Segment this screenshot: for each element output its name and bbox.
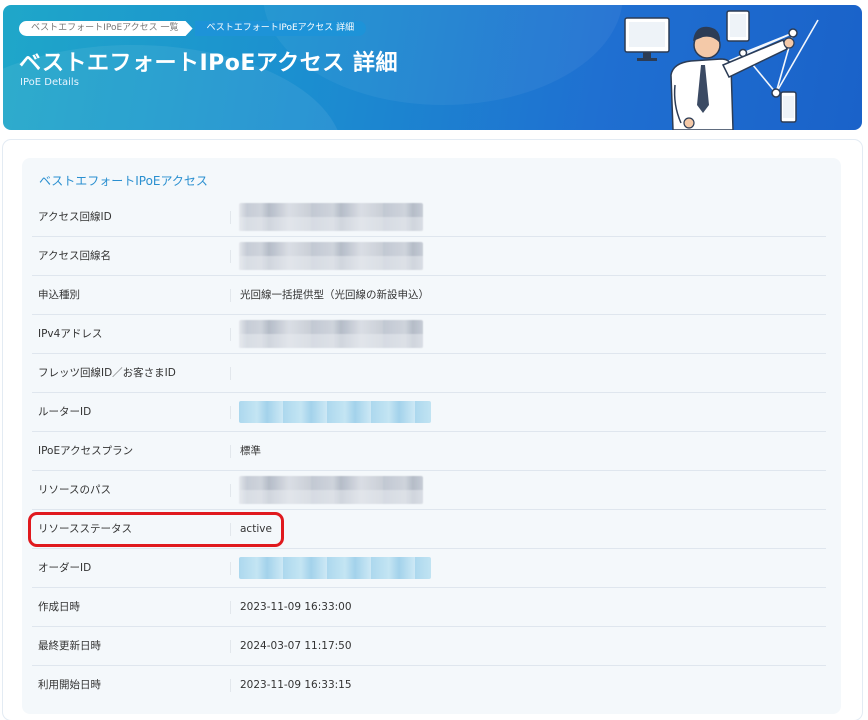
detail-row-created-at: 作成日時 2023-11-09 16:33:00	[32, 588, 826, 627]
row-divider	[230, 406, 231, 419]
row-value: 2024-03-07 11:17:50	[240, 640, 352, 652]
network-illustration-icon	[624, 10, 819, 130]
row-divider	[230, 328, 231, 341]
detail-row-order-id: オーダーID	[32, 549, 826, 588]
row-label: 作成日時	[38, 601, 80, 613]
row-label: リソースのパス	[38, 484, 111, 496]
detail-row-updated-at: 最終更新日時 2024-03-07 11:17:50	[32, 627, 826, 666]
detail-table: アクセス回線ID アクセス回線名 申込種別 光回線一括提供型（光回線の新設申込）…	[32, 198, 826, 705]
row-label: オーダーID	[38, 562, 92, 574]
row-label: IPv4アドレス	[38, 328, 103, 340]
row-value: 2023-11-09 16:33:15	[240, 679, 352, 691]
section-title: ベストエフォートIPoEアクセス	[39, 174, 208, 188]
row-divider	[230, 367, 231, 380]
row-label: IPoEアクセスプラン	[38, 445, 134, 457]
row-label: 申込種別	[38, 289, 80, 301]
row-divider	[230, 445, 231, 458]
row-label: フレッツ回線ID／お客さまID	[38, 367, 176, 379]
row-label: アクセス回線名	[38, 250, 111, 262]
row-label: 最終更新日時	[38, 640, 101, 652]
row-divider	[230, 679, 231, 692]
breadcrumb: ベストエフォートIPoEアクセス 一覧 ベストエフォートIPoEアクセス 詳細	[19, 21, 367, 36]
breadcrumb-current: ベストエフォートIPoEアクセス 詳細	[194, 21, 367, 36]
detail-row-access-line-id: アクセス回線ID	[32, 198, 826, 237]
row-value: 標準	[240, 445, 261, 457]
detail-row-flets-line-id: フレッツ回線ID／お客さまID	[32, 354, 826, 393]
row-divider	[230, 484, 231, 497]
row-divider	[230, 601, 231, 614]
detail-row-ipv4-address: IPv4アドレス	[32, 315, 826, 354]
breadcrumb-list-link[interactable]: ベストエフォートIPoEアクセス 一覧	[19, 21, 193, 36]
header-banner: ベストエフォートIPoEアクセス 一覧 ベストエフォートIPoEアクセス 詳細 …	[3, 5, 862, 130]
status-highlight-box	[28, 512, 284, 547]
row-divider	[230, 289, 231, 302]
row-value: 2023-11-09 16:33:00	[240, 601, 352, 613]
row-divider	[230, 640, 231, 653]
page-title: ベストエフォートIPoEアクセス 詳細	[19, 51, 398, 76]
detail-row-resource-path: リソースのパス	[32, 471, 826, 510]
page-subtitle: IPoE Details	[20, 77, 79, 88]
detail-row-application-type: 申込種別 光回線一括提供型（光回線の新設申込）	[32, 276, 826, 315]
redacted-value	[239, 203, 423, 231]
row-value: 光回線一括提供型（光回線の新設申込）	[240, 289, 429, 301]
row-label: アクセス回線ID	[38, 211, 112, 223]
detail-row-router-id: ルーターID	[32, 393, 826, 432]
redacted-value	[239, 557, 431, 579]
detail-row-access-line-name: アクセス回線名	[32, 237, 826, 276]
redacted-value	[239, 242, 423, 270]
row-divider	[230, 250, 231, 263]
row-label: 利用開始日時	[38, 679, 101, 691]
redacted-value	[239, 476, 423, 504]
redacted-value	[239, 320, 423, 348]
row-divider	[230, 211, 231, 224]
row-label: ルーターID	[38, 406, 92, 418]
detail-row-service-start: 利用開始日時 2023-11-09 16:33:15	[32, 666, 826, 705]
detail-row-ipoe-plan: IPoEアクセスプラン 標準	[32, 432, 826, 471]
row-divider	[230, 562, 231, 575]
redacted-value	[239, 401, 431, 423]
